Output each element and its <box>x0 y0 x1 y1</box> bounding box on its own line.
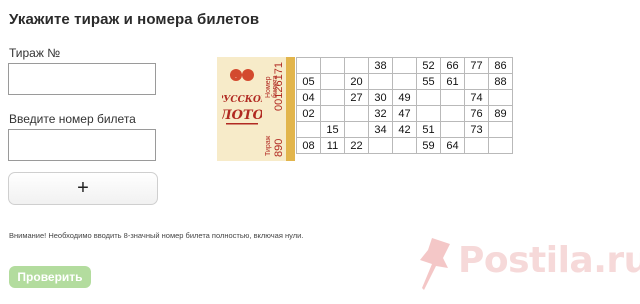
postila-pin-icon <box>420 238 450 290</box>
ticket-cell <box>392 73 417 90</box>
ticket-cell: 88 <box>488 73 513 90</box>
ticket-cell: 55 <box>416 73 441 90</box>
ticket-cell <box>344 57 369 74</box>
ticket-cell: 27 <box>344 89 369 106</box>
draw-number-input[interactable] <box>8 63 156 95</box>
ticket-cell <box>488 137 513 154</box>
ticket-cell <box>368 73 393 90</box>
ticket-cell: 76 <box>464 105 489 122</box>
ticket-cell: 51 <box>416 121 441 138</box>
ticket-cell <box>464 73 489 90</box>
add-ticket-button[interactable]: + <box>8 172 158 205</box>
ticket-row: 05 20 55 61 88 <box>296 73 513 90</box>
input-warning-note: Внимание! Необходимо вводить 8-значный н… <box>9 231 304 240</box>
ticket-cell <box>368 137 393 154</box>
ticket-row: 08 11 22 59 64 <box>296 137 513 154</box>
ticket-cell: 42 <box>392 121 417 138</box>
ticket-cell <box>488 89 513 106</box>
ticket-cell <box>392 57 417 74</box>
ticket-cell: 22 <box>344 137 369 154</box>
ticket-cell: 30 <box>368 89 393 106</box>
ticket-cell <box>344 121 369 138</box>
ticket-cell: 89 <box>488 105 513 122</box>
ticket-cell: 66 <box>440 57 465 74</box>
ticket-cell <box>320 73 345 90</box>
ticket-divider-bar <box>286 57 295 161</box>
ticket-cell: 08 <box>296 137 321 154</box>
ticket-cell: 77 <box>464 57 489 74</box>
ticket-cell: 15 <box>320 121 345 138</box>
ticket-row: 15 34 42 51 73 <box>296 121 513 138</box>
ticket-cell <box>488 121 513 138</box>
ticket-cell: 02 <box>296 105 321 122</box>
ticket-cell <box>392 137 417 154</box>
ticket-cell <box>320 89 345 106</box>
ticket-cell: 32 <box>368 105 393 122</box>
ticket-cell: 52 <box>416 57 441 74</box>
ticket-cell: 73 <box>464 121 489 138</box>
page-title: Укажите тираж и номера билетов <box>9 11 260 28</box>
ticket-cell <box>440 105 465 122</box>
ticket-cell: 47 <box>392 105 417 122</box>
ticket-cell: 20 <box>344 73 369 90</box>
ticket-cell <box>440 89 465 106</box>
svg-text:.: . <box>235 73 237 80</box>
ticket-number-input[interactable] <box>8 129 156 161</box>
ticket-cell: 86 <box>488 57 513 74</box>
ticket-cell <box>464 137 489 154</box>
ticket-number-grid: 38 52 66 77 86 05 20 55 61 88 04 27 30 49 74 02 32 47 76 89… <box>296 57 513 154</box>
ticket-cell: 61 <box>440 73 465 90</box>
ticket-row: 02 32 47 76 89 <box>296 105 513 122</box>
draw-number-value: 890 <box>273 138 285 157</box>
postila-watermark-text: Postila.ru <box>458 240 640 281</box>
svg-text:РУССКОЕ: РУССКОЕ <box>222 95 262 105</box>
ticket-cell <box>440 121 465 138</box>
ticket-number-value: 00126171 <box>273 62 285 111</box>
draw-caption: Тираж <box>265 135 272 157</box>
svg-text:ЛОТО: ЛОТО <box>222 108 262 123</box>
ticket-cell <box>344 105 369 122</box>
ticket-cell: 64 <box>440 137 465 154</box>
draw-number-label: Тираж № <box>9 46 61 60</box>
ticket-cell: 34 <box>368 121 393 138</box>
ticket-number-label: Введите номер билета <box>9 112 136 126</box>
check-button[interactable]: Проверить <box>9 266 91 288</box>
ticket-cell: 49 <box>392 89 417 106</box>
ticket-cell <box>320 105 345 122</box>
lottery-ticket: . РУССКОЕ ЛОТО Номер билета 00126171 Тир… <box>217 57 519 161</box>
ticket-cell: 11 <box>320 137 345 154</box>
postila-watermark: Postila.ru <box>410 232 640 298</box>
ticket-cell: 05 <box>296 73 321 90</box>
ticket-cell <box>296 121 321 138</box>
ticket-cell: 04 <box>296 89 321 106</box>
ticket-cell: 59 <box>416 137 441 154</box>
russkoe-loto-logo: . РУССКОЕ ЛОТО <box>222 69 262 125</box>
ticket-cell <box>320 57 345 74</box>
page: Укажите тираж и номера билетов Тираж № В… <box>0 0 640 304</box>
ticket-row: 38 52 66 77 86 <box>296 57 513 74</box>
ticket-cell: 38 <box>368 57 393 74</box>
ticket-cell <box>296 57 321 74</box>
ticket-row: 04 27 30 49 74 <box>296 89 513 106</box>
ticket-cell: 74 <box>464 89 489 106</box>
ticket-cell <box>416 89 441 106</box>
ticket-cell <box>416 105 441 122</box>
